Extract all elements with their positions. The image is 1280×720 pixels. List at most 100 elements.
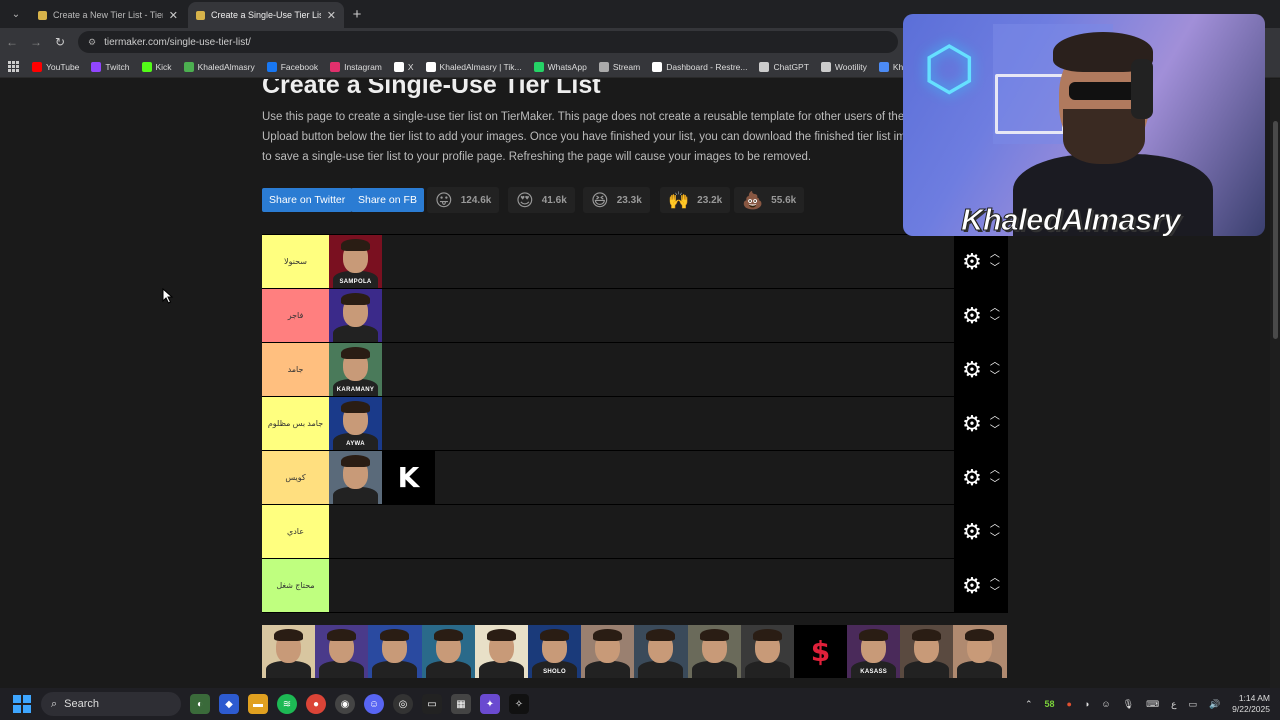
tray-badge[interactable]: 58 <box>1045 699 1055 709</box>
obs-icon[interactable]: ◉ <box>335 694 355 714</box>
tier-item-image[interactable] <box>740 625 794 678</box>
reaction-button[interactable]: 💩 55.6k <box>734 187 805 213</box>
tier-item-image[interactable] <box>474 625 528 678</box>
chevron-down-icon[interactable]: ﹀ <box>990 317 1000 328</box>
chevron-up-icon[interactable]: ︿ <box>990 357 1000 368</box>
chevron-up-icon[interactable]: ︿ <box>990 573 1000 584</box>
tray-overflow-icon[interactable]: ⌃ <box>1025 699 1033 710</box>
tier-drop-zone[interactable]: KARAMANY <box>329 343 954 396</box>
app-circle-icon[interactable]: ◎ <box>393 694 413 714</box>
reaction-button[interactable]: 😆 23.3k <box>583 187 650 213</box>
apps-grid-icon[interactable] <box>8 60 20 73</box>
tab-tiermaker-new[interactable]: Create a New Tier List - TierMaker ✕ <box>30 2 186 28</box>
bookmark-item[interactable]: KhaledAlmasry <box>183 61 255 72</box>
site-info-icon[interactable]: ⚙ <box>88 37 96 48</box>
share-fb-button[interactable]: Share on FB <box>351 188 424 212</box>
bookmark-item[interactable]: Wootility <box>820 61 867 72</box>
tab-search-button[interactable]: ⌄ <box>4 2 28 26</box>
close-tab-icon[interactable]: ✕ <box>169 9 178 22</box>
bookmark-item[interactable]: KhaledAlmasry | Tik... <box>425 61 522 72</box>
tier-item-image[interactable]: SAMPOLA <box>329 235 382 288</box>
reload-icon[interactable]: ↻ <box>48 35 72 49</box>
bookmark-item[interactable]: X <box>393 61 414 72</box>
chevron-down-icon[interactable]: ﹀ <box>990 479 1000 490</box>
tier-item-image[interactable]: AYWA <box>329 397 382 450</box>
gear-icon[interactable]: ⚙ <box>962 574 982 597</box>
tier-item-image[interactable] <box>953 625 1007 678</box>
bookmark-item[interactable]: ChatGPT <box>759 61 809 72</box>
bookmark-item[interactable]: Facebook <box>266 61 318 72</box>
tier-drop-zone[interactable] <box>329 559 954 612</box>
keyboard-app-icon[interactable]: ▭ <box>422 694 442 714</box>
tier-label[interactable]: جامد بس مظلوم <box>262 397 329 450</box>
tier-label[interactable]: فاجر <box>262 289 329 342</box>
tier-label[interactable]: جامد <box>262 343 329 396</box>
tier-label[interactable]: محتاج شغل <box>262 559 329 612</box>
spotify-icon[interactable]: ≋ <box>277 694 297 714</box>
tier-item-image[interactable] <box>687 625 741 678</box>
tier-drop-zone[interactable]: K <box>329 451 954 504</box>
chevron-down-icon[interactable]: ﹀ <box>990 533 1000 544</box>
page-scrollbar[interactable] <box>1270 79 1280 688</box>
tier-item-image[interactable] <box>329 289 382 342</box>
tray-app-icon[interactable]: ◑ <box>1084 699 1089 709</box>
keyboard-icon[interactable]: ⌨ <box>1146 699 1159 710</box>
chevron-down-icon[interactable]: ﹀ <box>990 587 1000 598</box>
chevron-up-icon[interactable]: ︿ <box>990 303 1000 314</box>
bookmark-item[interactable]: Instagram <box>330 61 382 72</box>
chrome-icon[interactable]: ● <box>306 694 326 714</box>
back-arrow-icon[interactable]: ← <box>0 35 24 49</box>
game-app-icon[interactable]: ✧ <box>509 694 529 714</box>
windows-start-icon[interactable] <box>13 695 31 713</box>
tray-record-icon[interactable]: ● <box>1067 699 1072 709</box>
gear-icon[interactable]: ⚙ <box>962 412 982 435</box>
discord-icon[interactable]: ☺ <box>364 694 384 714</box>
gear-icon[interactable]: ⚙ <box>962 358 982 381</box>
tier-item-image[interactable]: K <box>382 451 435 504</box>
bookmark-item[interactable]: Kick <box>141 61 172 72</box>
close-tab-icon[interactable]: ✕ <box>327 9 336 22</box>
microphone-icon[interactable]: 🎙 <box>1123 699 1134 710</box>
tier-drop-zone[interactable] <box>329 289 954 342</box>
tier-label[interactable]: سحنولا <box>262 235 329 288</box>
tier-item-image[interactable]: $ <box>793 625 848 678</box>
chevron-up-icon[interactable]: ︿ <box>990 519 1000 530</box>
tier-item-image[interactable]: SHOLO <box>527 625 582 678</box>
gear-icon[interactable]: ⚙ <box>962 466 982 489</box>
reaction-button[interactable]: 😛 124.6k <box>427 187 500 213</box>
chevron-down-icon[interactable]: ﹀ <box>990 263 1000 274</box>
tier-label[interactable]: عادي <box>262 505 329 558</box>
gear-icon[interactable]: ⚙ <box>962 250 982 273</box>
chevron-down-icon[interactable]: ﹀ <box>990 371 1000 382</box>
bookmark-item[interactable]: Stream <box>598 61 640 72</box>
tier-drop-zone[interactable] <box>329 505 954 558</box>
share-twitter-button[interactable]: Share on Twitter <box>262 188 353 212</box>
network-icon[interactable]: ▭ <box>1188 699 1197 710</box>
bookmark-item[interactable]: WhatsApp <box>533 61 587 72</box>
bookmark-item[interactable]: YouTube <box>32 61 79 72</box>
tier-item-image[interactable] <box>421 625 475 678</box>
forward-arrow-icon[interactable]: → <box>24 35 48 49</box>
volume-icon[interactable]: 🔊 <box>1209 699 1220 710</box>
new-tab-button[interactable]: + <box>346 2 368 28</box>
tier-item-image[interactable] <box>634 625 688 678</box>
file-explorer-icon[interactable]: ▬ <box>248 694 268 714</box>
tier-drop-zone[interactable]: AYWA <box>329 397 954 450</box>
bookmark-item[interactable]: Twitch <box>91 61 130 72</box>
chevron-up-icon[interactable]: ︿ <box>990 249 1000 260</box>
copilot-icon[interactable]: ◆ <box>219 694 239 714</box>
gear-icon[interactable]: ⚙ <box>962 520 982 543</box>
scrollbar-thumb[interactable] <box>1273 121 1278 339</box>
tier-item-image[interactable] <box>368 625 422 678</box>
tray-discord-icon[interactable]: ☺ <box>1101 699 1110 709</box>
widgets-icon[interactable]: ◐ <box>190 694 210 714</box>
controller-icon[interactable]: ✦ <box>480 694 500 714</box>
tier-drop-zone[interactable]: SAMPOLA <box>329 235 954 288</box>
bookmark-item[interactable]: Dashboard - Restre... <box>652 61 747 72</box>
tier-label[interactable]: كويس <box>262 451 329 504</box>
tier-item-image[interactable] <box>900 625 954 678</box>
tier-item-image[interactable] <box>329 451 382 504</box>
tier-item-image[interactable] <box>581 625 635 678</box>
language-indicator[interactable]: ع <box>1171 699 1176 710</box>
chevron-up-icon[interactable]: ︿ <box>990 411 1000 422</box>
